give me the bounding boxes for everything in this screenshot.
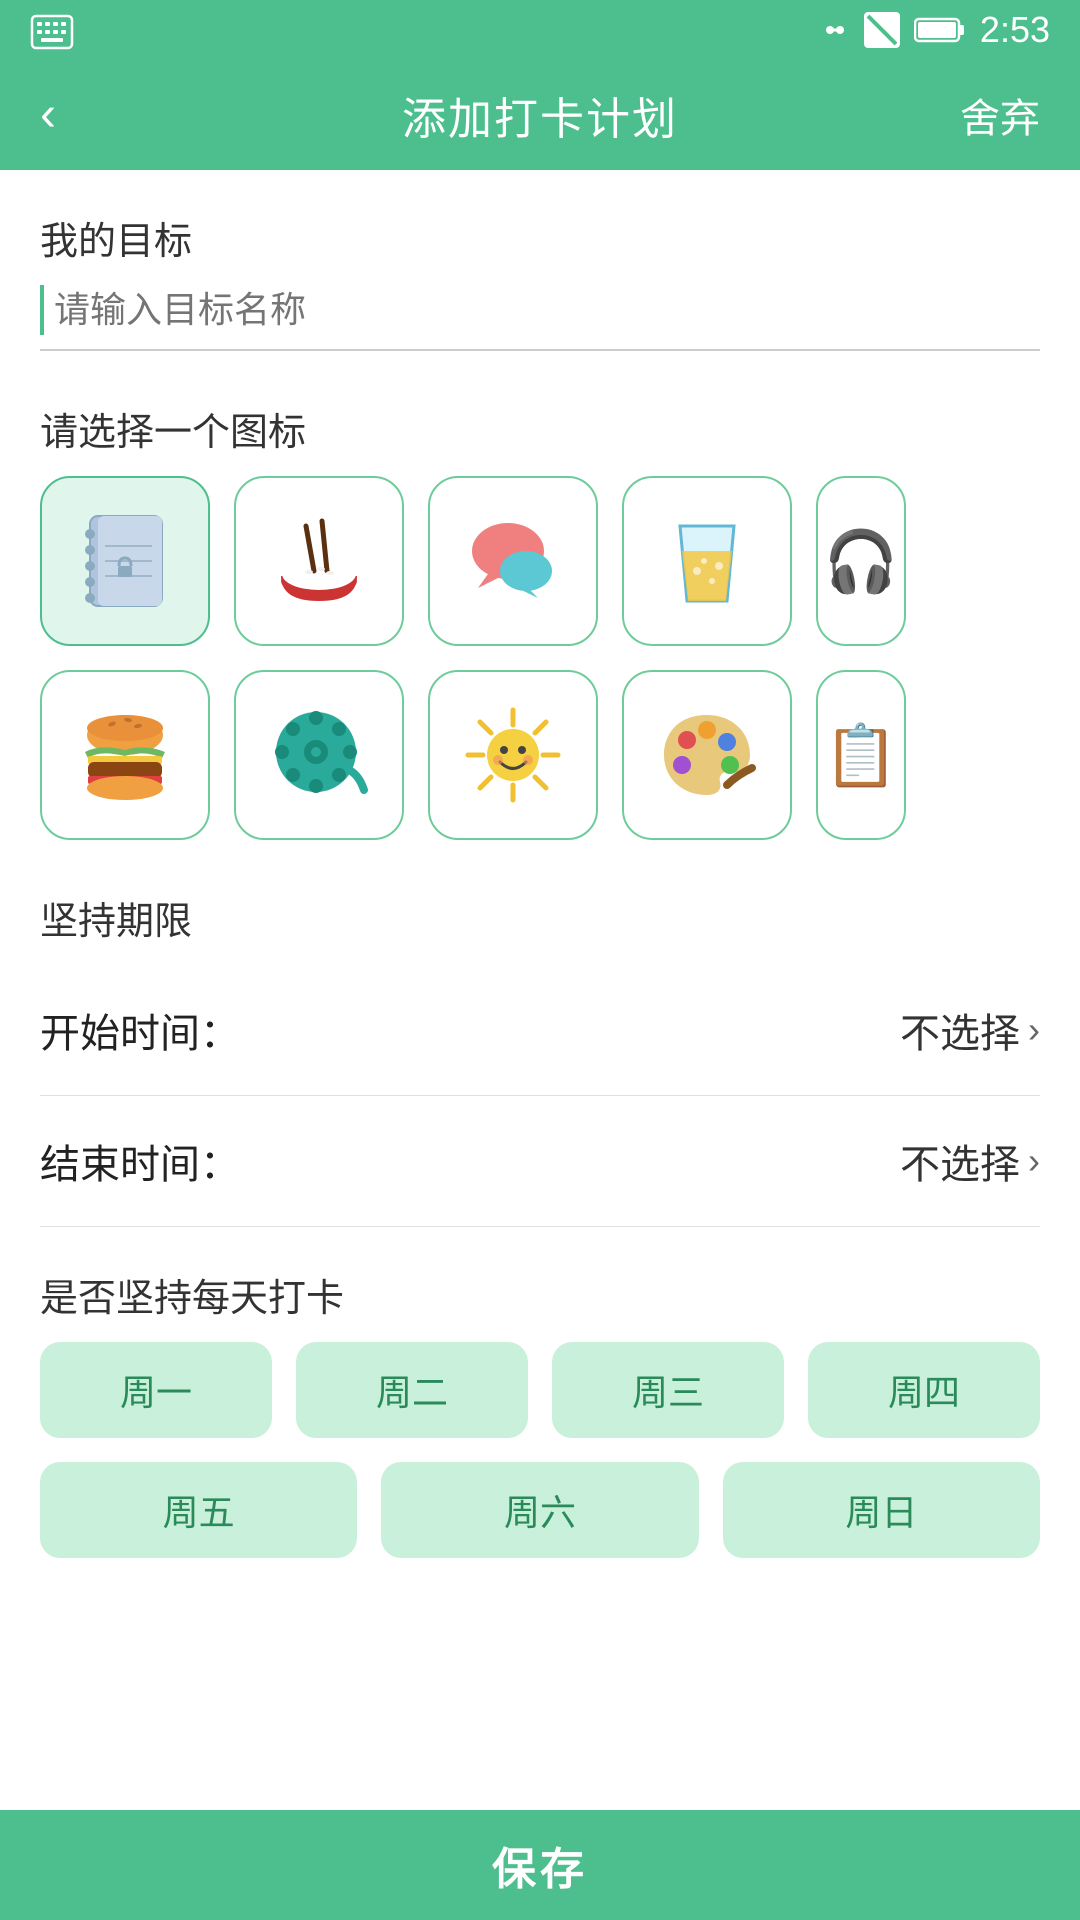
burger-icon	[70, 700, 180, 810]
icon-film[interactable]	[234, 670, 404, 840]
icon-partial-headphones[interactable]: 🎧	[816, 476, 906, 646]
input-cursor	[40, 285, 44, 335]
sun-icon	[458, 700, 568, 810]
discard-button[interactable]: 舍弃	[960, 86, 1040, 144]
day-tue-button[interactable]: 周二	[296, 1342, 528, 1438]
notebook-icon	[70, 506, 180, 616]
icon-notebook[interactable]	[40, 476, 210, 646]
signal-off-icon	[864, 12, 900, 48]
icon-sun[interactable]	[428, 670, 598, 840]
rice-bowl-icon	[264, 506, 374, 616]
palette-icon	[652, 700, 762, 810]
back-button[interactable]: ‹	[40, 91, 56, 139]
battery-icon	[914, 16, 966, 44]
start-time-label: 开始时间：	[40, 1001, 240, 1059]
day-fri-button[interactable]: 周五	[40, 1462, 357, 1558]
end-time-label: 结束时间：	[40, 1132, 240, 1190]
day-sun-button[interactable]: 周日	[723, 1462, 1040, 1558]
end-time-value: 不选择	[900, 1132, 1020, 1190]
save-button-wrapper[interactable]: 保存	[0, 1810, 1080, 1920]
icon-row-1: 🎧	[40, 476, 1040, 646]
icon-row-2: 📋	[40, 670, 1040, 840]
day-buttons-row-2: 周五 周六 周日	[40, 1462, 1040, 1558]
icon-partial-notebook[interactable]: 📋	[816, 670, 906, 840]
status-icons: 2:53	[820, 9, 1050, 51]
end-time-row[interactable]: 结束时间： 不选择 ›	[40, 1096, 1040, 1227]
day-buttons-row-1: 周一 周二 周三 周四	[40, 1342, 1040, 1438]
icon-section: 请选择一个图标	[40, 401, 1040, 840]
header: ‹ 添加打卡计划 舍弃	[0, 60, 1080, 170]
chat-icon	[458, 506, 568, 616]
icon-rice[interactable]	[234, 476, 404, 646]
end-chevron-icon: ›	[1028, 1140, 1040, 1182]
duration-label: 坚持期限	[40, 890, 1040, 945]
keyboard-icon	[30, 14, 74, 50]
icon-chat[interactable]	[428, 476, 598, 646]
day-wed-button[interactable]: 周三	[552, 1342, 784, 1438]
goal-input[interactable]	[54, 289, 1040, 331]
icon-drink[interactable]	[622, 476, 792, 646]
status-bar: 2:53	[0, 0, 1080, 60]
start-time-value-wrapper: 不选择 ›	[900, 1001, 1040, 1059]
goal-section: 我的目标	[40, 210, 1040, 351]
page-title: 添加打卡计划	[402, 83, 678, 147]
save-button[interactable]: 保存	[492, 1833, 588, 1897]
goal-input-wrapper	[40, 285, 1040, 351]
end-time-value-wrapper: 不选择 ›	[900, 1132, 1040, 1190]
drink-icon	[652, 506, 762, 616]
start-chevron-icon: ›	[1028, 1009, 1040, 1051]
day-mon-button[interactable]: 周一	[40, 1342, 272, 1438]
film-icon	[264, 700, 374, 810]
icon-section-label: 请选择一个图标	[40, 401, 1040, 456]
goal-label: 我的目标	[40, 210, 1040, 265]
start-time-row[interactable]: 开始时间： 不选择 ›	[40, 965, 1040, 1096]
day-thu-button[interactable]: 周四	[808, 1342, 1040, 1438]
start-time-value: 不选择	[900, 1001, 1020, 1059]
content-area: 我的目标 请选择一个图标	[0, 170, 1080, 1728]
icon-burger[interactable]	[40, 670, 210, 840]
status-time: 2:53	[980, 9, 1050, 51]
icon-palette[interactable]	[622, 670, 792, 840]
duration-section: 坚持期限 开始时间： 不选择 › 结束时间： 不选择 ›	[40, 890, 1040, 1227]
daily-section: 是否坚持每天打卡 周一 周二 周三 周四 周五 周六 周日	[40, 1267, 1040, 1558]
connectivity-icon	[820, 12, 850, 48]
daily-label: 是否坚持每天打卡	[40, 1267, 1040, 1322]
day-sat-button[interactable]: 周六	[381, 1462, 698, 1558]
